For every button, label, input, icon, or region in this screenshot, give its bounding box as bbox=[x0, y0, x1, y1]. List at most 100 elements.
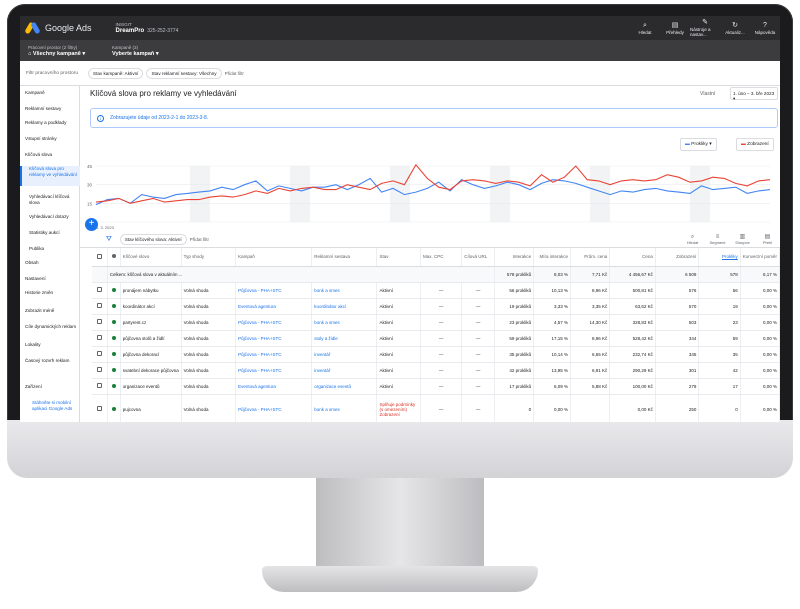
keyword-cell[interactable]: partyrent.cz bbox=[120, 314, 182, 331]
tool-wrench[interactable]: ✎ Nástroje a nastav... bbox=[690, 16, 720, 40]
column-header[interactable]: Interakce bbox=[494, 248, 535, 267]
sidebar-item[interactable]: Statistiky aukcí bbox=[20, 230, 80, 236]
sidebar-item[interactable]: Reklamy a podklady bbox=[20, 120, 80, 126]
sidebar-item[interactable]: Stáhněte si mobilní aplikaci Google Ads bbox=[20, 400, 80, 412]
account-selector[interactable]: INSIGIT DreamPro 325-252-3774 bbox=[116, 21, 179, 35]
sidebar-item[interactable]: Klíčová slova pro reklamy ve vyhledávání bbox=[20, 166, 80, 186]
metric-selector-clicks[interactable]: ▬ Prokliky ▾ bbox=[680, 138, 717, 151]
add-filter-link[interactable]: Přidat filtr bbox=[225, 71, 244, 76]
reports-tool-button[interactable]: ▤ Přehl bbox=[755, 234, 780, 245]
status-cell: Aktivní bbox=[376, 346, 421, 363]
adgroup-link[interactable]: koordinátor akcí bbox=[311, 298, 378, 315]
adgroup-link[interactable]: stoly a židle bbox=[311, 330, 378, 347]
row-checkbox[interactable] bbox=[92, 378, 108, 395]
clicks-cell: 59 bbox=[698, 330, 741, 347]
sidebar-item[interactable]: Historie změn bbox=[20, 290, 80, 296]
column-header[interactable]: Cena bbox=[609, 248, 656, 267]
tool-refresh[interactable]: ↻ Aktualiz... bbox=[720, 16, 750, 40]
keyword-cell[interactable]: organizace eventů bbox=[120, 378, 182, 395]
date-range-picker[interactable]: 1. úno – 3. bře 2023 ▾ bbox=[730, 87, 778, 101]
column-header[interactable]: Kampaň bbox=[235, 248, 313, 267]
sidebar-item[interactable]: Vyhledávací dotazy bbox=[20, 214, 80, 220]
adgroup-link[interactable]: inventář bbox=[311, 346, 378, 363]
sidebar-item[interactable]: Lokality bbox=[20, 342, 80, 348]
google-ads-logo[interactable]: Google Ads bbox=[24, 21, 92, 35]
tool-search[interactable]: ⌕ Hledat bbox=[630, 16, 660, 40]
metric-selector-impressions[interactable]: ▬ Zobrazení bbox=[736, 138, 774, 151]
segment-tool-button[interactable]: ≡ Segment bbox=[705, 234, 730, 245]
keyword-cell[interactable]: půjčovna dekorací bbox=[120, 346, 182, 363]
sidebar-item[interactable]: Cíle dynamických reklam bbox=[20, 324, 80, 330]
row-checkbox[interactable] bbox=[92, 298, 108, 315]
table-row[interactable]: půjčovna stolů a židlí Volná shoda Půjčovn… bbox=[92, 330, 780, 347]
filter-chip-keyword-status[interactable]: Stav klíčového slova: Aktivní bbox=[119, 234, 187, 245]
add-keyword-button[interactable]: + bbox=[85, 218, 98, 231]
campaign-link[interactable]: Půjčovna - PHA+STC bbox=[235, 282, 313, 299]
campaign-link[interactable]: Eventová agentura bbox=[235, 298, 313, 315]
table-row[interactable]: koordinátor akcí Volná shoda Eventová agen… bbox=[92, 298, 780, 315]
table-row[interactable]: pronájem nábytku Volná shoda Půjčovna - PH… bbox=[92, 282, 780, 299]
sidebar-item[interactable]: Kampaně bbox=[20, 90, 80, 96]
tool-help[interactable]: ? Nápověda bbox=[750, 16, 780, 40]
sidebar-item[interactable]: Nastavení bbox=[20, 276, 80, 282]
filter-chip-adgroup-status[interactable]: Stav reklamní sestavy: Všechny bbox=[146, 67, 222, 79]
column-header[interactable]: Typ shody bbox=[181, 248, 237, 267]
column-header[interactable]: Zobrazení bbox=[655, 248, 700, 267]
sidebar-item[interactable]: Reklamní sestavy bbox=[20, 106, 80, 112]
row-checkbox[interactable] bbox=[92, 282, 108, 299]
add-filter-link[interactable]: Přidat filtr bbox=[190, 237, 209, 242]
keyword-cell[interactable]: půjčovna stolů a židlí bbox=[120, 330, 182, 347]
filter-icon[interactable]: ⛛ bbox=[106, 236, 112, 244]
campaign-link[interactable]: Půjčovna - PHA+STC bbox=[235, 394, 313, 422]
row-checkbox[interactable] bbox=[92, 330, 108, 347]
keyword-cell[interactable]: pujcovna bbox=[120, 394, 182, 422]
sidebar-item[interactable]: Zobrazit méně bbox=[20, 308, 80, 314]
row-checkbox[interactable] bbox=[92, 314, 108, 331]
keyword-cell[interactable]: svatební dekorace půjčovna bbox=[120, 362, 182, 379]
campaign-link[interactable]: Půjčovna - PHA+STC bbox=[235, 362, 313, 379]
campaign-link[interactable]: Eventová agentura bbox=[235, 378, 313, 395]
adgroup-link[interactable]: bonk a smes bbox=[311, 314, 378, 331]
sidebar-item[interactable]: Klíčová slova bbox=[20, 152, 80, 158]
keyword-cell[interactable]: koordinátor akcí bbox=[120, 298, 182, 315]
search-tool-button[interactable]: ⌕ Hledat bbox=[680, 234, 705, 245]
sidebar-item[interactable]: Časový rozvrh reklam bbox=[20, 358, 80, 364]
campaign-link[interactable]: Půjčovna - PHA+STC bbox=[235, 314, 313, 331]
segment-tool-label: Segment bbox=[709, 239, 726, 245]
campaign-selector[interactable]: Kampaně (3) Vyberte kampaň ▾ bbox=[112, 45, 159, 57]
sidebar-item[interactable]: Vstupní stránky bbox=[20, 136, 80, 142]
tool-report[interactable]: ▤ Přehledy bbox=[660, 16, 690, 40]
sidebar-item[interactable]: Zařízení bbox=[20, 384, 80, 390]
adgroup-link[interactable]: organizace eventů bbox=[311, 378, 378, 395]
column-header[interactable]: Konverzní poměr bbox=[740, 248, 780, 267]
adgroup-link[interactable]: inventář bbox=[311, 362, 378, 379]
row-checkbox[interactable] bbox=[92, 346, 108, 363]
sidebar-item[interactable]: Vyhledávací klíčová slova bbox=[20, 194, 80, 206]
column-header[interactable]: Cílová URL bbox=[461, 248, 495, 267]
keyword-cell[interactable]: pronájem nábytku bbox=[120, 282, 182, 299]
workspace-selector[interactable]: Pracovní prostor (2 filtry) ⌂ Všechny ka… bbox=[28, 45, 98, 57]
column-header[interactable]: Klíčové slovo bbox=[120, 248, 182, 267]
column-header[interactable]: Prům. cena bbox=[570, 248, 611, 267]
adgroup-link[interactable]: bonk a smes bbox=[311, 282, 378, 299]
table-row[interactable]: organizace eventů Volná shoda Eventová age… bbox=[92, 378, 780, 395]
campaign-link[interactable]: Půjčovna - PHA+STC bbox=[235, 330, 313, 347]
filter-chip-campaign-status[interactable]: Stav kampaně: Aktivní bbox=[88, 67, 144, 79]
campaign-link[interactable]: Půjčovna - PHA+STC bbox=[235, 346, 313, 363]
column-header[interactable]: Reklamní sestava bbox=[311, 248, 378, 267]
column-header[interactable]: Stav bbox=[376, 248, 421, 267]
table-row[interactable]: půjčovna dekorací Volná shoda Půjčovna - P… bbox=[92, 346, 780, 363]
sidebar-item[interactable]: Publika bbox=[20, 246, 80, 252]
table-row[interactable]: pujcovna Volná shoda Půjčovna - PHA+STC bon… bbox=[92, 394, 780, 422]
sidebar-item[interactable]: Obsah bbox=[20, 260, 80, 266]
adgroup-link[interactable]: bonk a smes bbox=[311, 394, 378, 422]
columns-tool-button[interactable]: ▥ Sloupce bbox=[730, 234, 755, 245]
row-checkbox[interactable] bbox=[92, 394, 108, 422]
column-header[interactable]: Max. CPC bbox=[420, 248, 463, 267]
table-row[interactable]: partyrent.cz Volná shoda Půjčovna - PHA+ST… bbox=[92, 314, 780, 331]
column-header[interactable]: Míra interakce bbox=[533, 248, 572, 267]
table-row[interactable]: svatební dekorace půjčovna Volná shoda Půj… bbox=[92, 362, 780, 379]
column-header[interactable]: Prokliky bbox=[698, 248, 741, 267]
row-checkbox[interactable] bbox=[92, 362, 108, 379]
select-all-checkbox[interactable] bbox=[92, 248, 108, 267]
